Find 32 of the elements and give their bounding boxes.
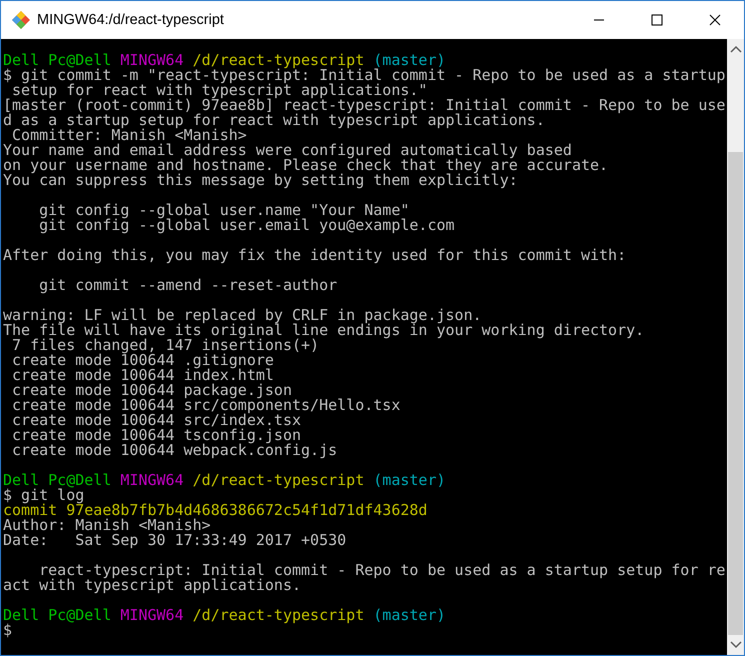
prompt-host: MINGW64 <box>120 606 184 624</box>
prompt-host: MINGW64 <box>120 51 184 69</box>
terminal-line: Your name and email address were configured automatically based <box>3 141 572 159</box>
prompt-user: Dell Pc@Dell <box>3 471 112 489</box>
terminal-line: git commit --amend --reset-author <box>38 276 338 294</box>
diamond-icon <box>12 11 30 29</box>
terminal-line: warning: LF will be replaced by CRLF in package.json. <box>3 306 482 324</box>
scroll-up-icon[interactable] <box>730 45 742 53</box>
window-title: MINGW64:/d/react-typescript <box>37 12 224 28</box>
terminal-line: $ git log <box>3 486 84 504</box>
terminal-line: create mode 100644 package.json <box>11 381 292 399</box>
terminal-line: create mode 100644 tsconfig.json <box>11 426 302 444</box>
prompt-branch: (master) <box>373 606 446 624</box>
terminal-line: After doing this, you may fix the identity used for this commit with: <box>3 246 626 264</box>
terminal-line: $ <box>3 621 12 639</box>
maximize-icon[interactable] <box>651 14 663 26</box>
terminal-line: Author: Manish <Manish> <box>3 516 211 534</box>
terminal-line: git config --global user.name "Your Name" <box>38 201 410 219</box>
prompt-user: Dell Pc@Dell <box>3 606 112 624</box>
prompt-path: /d/react-typescript <box>192 471 364 489</box>
prompt-path: /d/react-typescript <box>192 606 364 624</box>
terminal-line: Date: Sat Sep 30 17:33:49 2017 +0530 <box>3 531 346 549</box>
prompt-path: /d/react-typescript <box>192 51 364 69</box>
scroll-down-icon[interactable] <box>730 641 742 649</box>
prompt-branch: (master) <box>373 471 446 489</box>
prompt-host: MINGW64 <box>120 471 184 489</box>
prompt-user: Dell Pc@Dell <box>3 51 112 69</box>
terminal-line: react-typescript: Initial commit - Repo to be used as a startup setup for re <box>38 561 726 579</box>
prompt-branch: (master) <box>373 51 446 69</box>
scroll-thumb[interactable] <box>728 152 743 635</box>
scrollbar[interactable] <box>727 39 744 655</box>
close-icon[interactable] <box>709 14 721 26</box>
